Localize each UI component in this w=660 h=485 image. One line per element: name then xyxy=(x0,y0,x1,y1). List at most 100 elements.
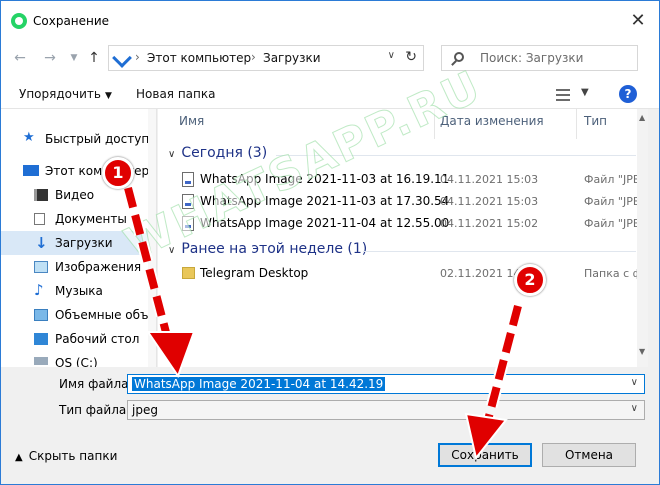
sidebar-item-video[interactable]: Видео xyxy=(1,183,156,207)
filetype-select[interactable]: jpeg ∨ xyxy=(127,400,645,420)
group-title: Сегодня (3) xyxy=(181,145,268,161)
column-header-type[interactable]: Тип xyxy=(584,114,607,128)
column-header-date[interactable]: Дата изменения xyxy=(440,114,544,128)
sidebar-item-label: OS (C:) xyxy=(55,356,98,367)
window-title: Сохранение xyxy=(33,14,110,28)
group-divider xyxy=(363,251,636,252)
hide-folders-toggle[interactable]: ▲ Скрыть папки xyxy=(15,449,117,463)
downloads-icon: ↓ xyxy=(35,234,48,252)
history-dropdown-icon[interactable]: ▼ xyxy=(65,49,83,67)
address-bar[interactable]: › Этот компьютер › Загрузки ∨ ↻ xyxy=(108,45,424,71)
help-icon[interactable]: ? xyxy=(619,85,637,103)
sidebar-item-os-c[interactable]: OS (C:) xyxy=(1,351,156,367)
desktop-icon xyxy=(34,333,48,345)
sidebar-item-label: Музыка xyxy=(55,284,103,298)
drive-icon xyxy=(34,357,48,365)
file-date: 04.11.2021 15:02 xyxy=(440,217,539,230)
sidebar-scrollbar[interactable] xyxy=(148,109,156,367)
scroll-up-icon[interactable]: ▲ xyxy=(639,113,645,122)
group-header-earlier-this-week[interactable]: ∨ Ранее на этой неделе (1) xyxy=(168,241,367,257)
sidebar-item-label: Изображения xyxy=(55,260,142,274)
up-arrow-icon[interactable]: ↑ xyxy=(85,49,103,67)
forward-arrow-icon[interactable]: → xyxy=(41,49,59,67)
list-item[interactable]: WhatsApp Image 2021-11-04 at 12.55.00 04… xyxy=(178,213,648,235)
refresh-icon[interactable]: ↻ xyxy=(405,49,417,65)
file-date: 04.11.2021 15:03 xyxy=(440,195,539,208)
file-date: 02.11.2021 14: xyxy=(440,267,525,280)
sidebar-item-label: Видео xyxy=(55,188,95,202)
jpeg-file-icon xyxy=(182,194,194,209)
file-date: 04.11.2021 15:03 xyxy=(440,173,539,186)
filename-label: Имя файла: xyxy=(59,377,133,391)
folder-icon xyxy=(182,267,195,279)
caret-down-icon[interactable]: ▼ xyxy=(581,87,589,98)
cancel-button[interactable]: Отмена xyxy=(542,443,636,467)
toolbar: Упорядочить ▼ Новая папка ▼ xyxy=(1,79,659,109)
list-item[interactable]: WhatsApp Image 2021-11-03 at 17.30.54 04… xyxy=(178,191,648,213)
view-options-icon[interactable] xyxy=(556,89,570,101)
file-name: Telegram Desktop xyxy=(200,266,309,280)
filename-value: WhatsApp Image 2021-11-04 at 14.42.19 xyxy=(132,377,386,391)
search-icon xyxy=(454,52,464,62)
computer-icon xyxy=(23,165,39,176)
organize-menu[interactable]: Упорядочить ▼ xyxy=(19,87,112,101)
sidebar-item-music[interactable]: ♪ Музыка xyxy=(1,279,156,303)
list-item[interactable]: Telegram Desktop 02.11.2021 14: Папка с … xyxy=(178,263,648,285)
sidebar-item-label: Загрузки xyxy=(55,236,113,250)
documents-icon xyxy=(34,213,45,225)
new-folder-button[interactable]: Новая папка xyxy=(136,87,215,101)
caret-down-icon: ▼ xyxy=(104,91,112,101)
close-icon[interactable]: ✕ xyxy=(627,10,649,32)
back-arrow-icon[interactable]: ← xyxy=(11,49,29,67)
organize-label: Упорядочить xyxy=(19,87,101,101)
file-name: WhatsApp Image 2021-11-03 at 16.19.11 xyxy=(200,172,450,186)
breadcrumb-chevron-icon[interactable]: › xyxy=(135,50,140,64)
filetype-label: Тип файла: xyxy=(59,403,131,417)
sidebar-item-label: Рабочий стол xyxy=(55,332,140,346)
save-dialog: Сохранение ✕ ← → ▼ ↑ › Этот компьютер › … xyxy=(0,0,660,485)
chevron-down-icon[interactable]: ∨ xyxy=(631,377,638,388)
video-icon xyxy=(34,189,48,201)
sidebar-item-quick-access[interactable]: ★ Быстрый доступ xyxy=(1,127,156,151)
breadcrumb-this-pc[interactable]: Этот компьютер xyxy=(147,51,251,65)
whatsapp-icon xyxy=(11,13,27,29)
3d-objects-icon xyxy=(34,309,48,321)
file-name: WhatsApp Image 2021-11-04 at 12.55.00 xyxy=(200,216,450,230)
sidebar-item-documents[interactable]: Документы xyxy=(1,207,156,231)
chevron-down-icon[interactable]: ∨ xyxy=(388,50,395,61)
search-box[interactable]: Поиск: Загрузки xyxy=(441,45,638,71)
scroll-down-icon[interactable]: ▼ xyxy=(639,347,645,356)
step-badge-2: 2 xyxy=(514,264,546,296)
dialog-footer: ▲ Скрыть папки Сохранить Отмена xyxy=(1,439,659,484)
sidebar-item-label: Документы xyxy=(55,212,127,226)
music-icon: ♪ xyxy=(34,281,44,299)
search-placeholder: Поиск: Загрузки xyxy=(480,51,584,65)
sidebar-item-3d-objects[interactable]: Объемные объ xyxy=(1,303,156,327)
group-header-today[interactable]: ∨ Сегодня (3) xyxy=(168,145,267,161)
column-header-name[interactable]: Имя xyxy=(179,114,204,128)
navigation-pane: ★ Быстрый доступ Этот компьютер Видео До… xyxy=(1,109,157,367)
sidebar-item-downloads[interactable]: ↓ Загрузки xyxy=(1,231,156,255)
title-bar: Сохранение ✕ xyxy=(1,1,659,39)
pictures-icon xyxy=(34,261,48,273)
breadcrumb-chevron-icon[interactable]: › xyxy=(251,50,256,64)
star-icon: ★ xyxy=(23,130,35,145)
chevron-down-icon[interactable]: ∨ xyxy=(631,403,638,414)
save-button[interactable]: Сохранить xyxy=(438,443,532,467)
group-title: Ранее на этой неделе (1) xyxy=(181,241,368,257)
sidebar-item-desktop[interactable]: Рабочий стол xyxy=(1,327,156,351)
jpeg-file-icon xyxy=(182,172,194,187)
jpeg-file-icon xyxy=(182,216,194,231)
sidebar-item-pictures[interactable]: Изображения xyxy=(1,255,156,279)
filename-input[interactable]: WhatsApp Image 2021-11-04 at 14.42.19 ∨ xyxy=(127,374,645,394)
column-divider[interactable] xyxy=(434,109,435,139)
hide-folders-label: Скрыть папки xyxy=(28,449,118,463)
breadcrumb-downloads[interactable]: Загрузки xyxy=(263,51,321,65)
column-divider[interactable] xyxy=(576,109,577,139)
caret-up-icon: ▲ xyxy=(15,452,23,463)
file-name: WhatsApp Image 2021-11-03 at 17.30.54 xyxy=(200,194,450,208)
chevron-down-icon: ∨ xyxy=(168,149,176,160)
save-form: Имя файла: WhatsApp Image 2021-11-04 at … xyxy=(1,367,659,439)
list-item[interactable]: WhatsApp Image 2021-11-03 at 16.19.11 04… xyxy=(178,169,648,191)
file-list-scrollbar[interactable]: ▲ ▼ xyxy=(637,109,648,367)
